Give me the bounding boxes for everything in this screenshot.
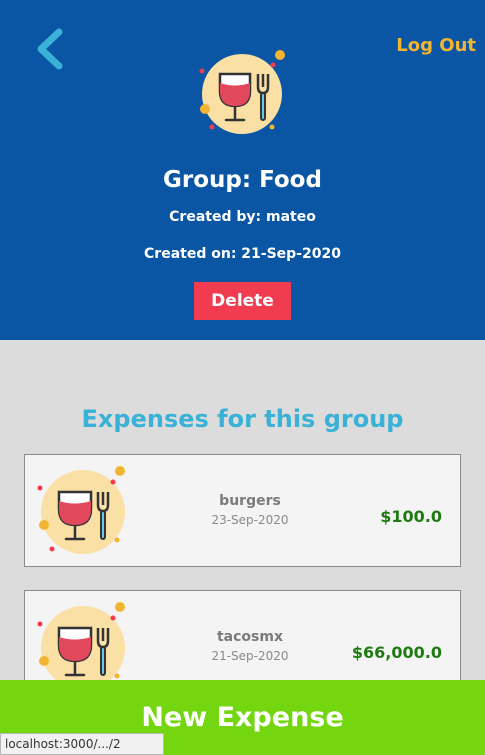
logout-button[interactable]: Log Out bbox=[396, 35, 476, 56]
created-on-text: Created on: 21-Sep-2020 bbox=[144, 246, 341, 262]
wine-fork-icon bbox=[37, 466, 125, 554]
expense-card[interactable]: burgers 23-Sep-2020 $100.0 bbox=[24, 454, 461, 567]
status-bar-url: localhost:3000/.../2 bbox=[0, 733, 164, 755]
expense-date: 21-Sep-2020 bbox=[211, 649, 289, 663]
expense-date: 23-Sep-2020 bbox=[211, 513, 289, 527]
expense-amount: $66,000.0 bbox=[351, 643, 442, 662]
chevron-left-icon[interactable] bbox=[33, 28, 69, 70]
page-title: Group: Food bbox=[163, 167, 322, 193]
expense-amount: $100.0 bbox=[380, 507, 442, 526]
wine-fork-icon bbox=[199, 50, 285, 134]
expense-name: burgers bbox=[219, 493, 281, 509]
delete-button[interactable]: Delete bbox=[194, 282, 291, 320]
expense-name: tacosmx bbox=[216, 629, 283, 645]
group-header: Log Out Group: Food Created by: mateo Cr… bbox=[0, 0, 485, 340]
wine-fork-icon bbox=[37, 602, 125, 690]
expenses-section-title: Expenses for this group bbox=[81, 405, 404, 433]
created-by-text: Created by: mateo bbox=[169, 209, 316, 225]
